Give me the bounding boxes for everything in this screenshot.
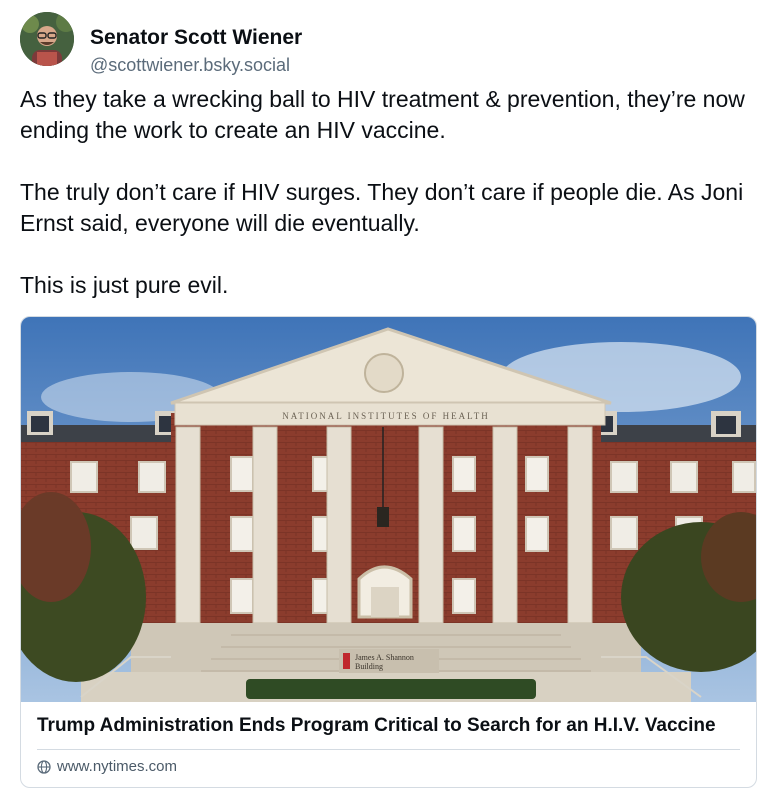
author-display-name[interactable]: Senator Scott Wiener — [90, 26, 302, 50]
link-card-title[interactable]: Trump Administration Ends Program Critic… — [37, 715, 742, 737]
link-card-divider — [37, 749, 740, 750]
nih-frieze-text: NATIONAL INSTITUTES OF HEALTH — [282, 411, 490, 421]
link-card-domain[interactable]: www.nytimes.com — [57, 758, 177, 775]
link-card[interactable]: NATIONAL INSTITUTES OF HEALTH James A. S… — [20, 316, 757, 788]
link-card-image[interactable]: NATIONAL INSTITUTES OF HEALTH James A. S… — [21, 317, 756, 702]
author-handle[interactable]: @scottwiener.bsky.social — [90, 55, 290, 76]
building-sign-line2: Building — [355, 662, 383, 671]
avatar[interactable] — [20, 12, 74, 66]
globe-icon — [37, 760, 51, 774]
post-body: As they take a wrecking ball to HIV trea… — [20, 84, 755, 301]
post-paragraph: As they take a wrecking ball to HIV trea… — [20, 86, 745, 143]
building-sign-line1: James A. Shannon — [355, 653, 414, 662]
post-paragraph: This is just pure evil. — [20, 272, 229, 298]
post-paragraph: The truly don’t care if HIV surges. They… — [20, 179, 744, 236]
